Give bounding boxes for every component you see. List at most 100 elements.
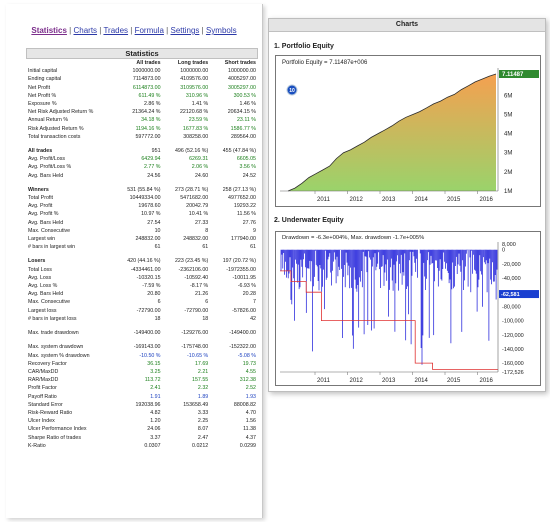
stat-row: Risk Adjusted Return % 1194.16 % 1677.83 %… <box>26 125 258 133</box>
stat-short-value: 4005297.00 <box>228 76 256 83</box>
stat-all-value: 61 <box>154 244 161 251</box>
stat-row: RAR/MaxDD 113.72 157.55 312.38 <box>26 376 258 384</box>
stat-long-value: -72790.00 <box>184 307 209 314</box>
stat-label: Total Loss <box>28 266 52 273</box>
underwater-x-tick-label: 2015 <box>447 378 461 384</box>
stat-long-value: 3109576.00 <box>180 84 209 91</box>
stat-row: Avg. Profit/Loss % 2.77 % 2.06 % 3.56 % <box>26 163 258 171</box>
stat-row: Max. Consecutive 10 8 9 <box>26 227 258 235</box>
stat-long-value: 24.60 <box>194 172 209 179</box>
equity-last-value-label: 7.11487 <box>502 72 524 78</box>
stat-label: Net Profit % <box>28 92 57 99</box>
stat-row: Standard Error 192038.96 153658.49 88008.82 <box>26 401 258 409</box>
stat-short-value: 88008.82 <box>233 401 256 408</box>
stat-label: Risk-Reward Ratio <box>28 409 73 416</box>
stat-all-value: 19678.60 <box>138 203 161 210</box>
stat-short-value: 19293.22 <box>233 203 256 210</box>
stat-label: Payoff Ratio <box>28 393 57 400</box>
stat-long-value: 17.69 <box>194 360 209 367</box>
nav-symbols[interactable]: Symbols <box>206 26 237 35</box>
nav-formula[interactable]: Formula <box>135 26 164 35</box>
stat-short-value: 0.0299 <box>239 442 256 449</box>
column-header-short: Short trades <box>224 60 256 66</box>
stat-row: Winners 531 (55.84 %) 273 (28.71 %) 258 (27… <box>26 186 258 194</box>
stat-short-value: 4.55 <box>245 368 256 375</box>
stat-short-value: 24.52 <box>242 172 256 179</box>
stat-row: Net Risk Adjusted Return % 21364.24 % 2212… <box>26 108 258 116</box>
stat-long-value: 310.96 % <box>185 92 209 99</box>
stat-all-value: 20.80 <box>147 291 161 298</box>
stat-all-value: 6 <box>157 299 161 306</box>
stat-short-value: 197 (20.72 %) <box>222 258 256 265</box>
nav-charts[interactable]: Charts <box>73 26 97 35</box>
stat-short-value: 19.73 <box>242 360 256 367</box>
stat-all-value: 192038.96 <box>135 401 161 408</box>
stat-all-value: 3.37 <box>150 434 161 441</box>
stat-row: Ending capital 7114873.00 4109576.00 400529… <box>26 75 258 83</box>
stat-row: Avg. Loss % -7.59 % -8.17 % -6.93 % <box>26 282 258 290</box>
underwater-x-tick-label: 2011 <box>317 378 331 384</box>
stat-short-value: 4.70 <box>245 409 256 416</box>
stat-label: Avg. Bars Held <box>28 172 64 179</box>
equity-y-tick-label: 3M <box>504 151 512 157</box>
stat-long-value: 153658.49 <box>183 401 209 408</box>
stat-all-value: 0.0307 <box>144 442 161 449</box>
stat-short-value: 289564.00 <box>230 133 256 140</box>
stat-label: Net Profit <box>28 84 51 91</box>
equity-chart: 7M6M5M4M3M2M1M201120122013201420152016Po… <box>275 55 541 207</box>
stat-label: Total Profit <box>28 195 54 202</box>
stat-long-value: 10.41 % <box>188 211 209 218</box>
stat-long-value: 1.89 <box>197 393 209 400</box>
stat-long-value: 3.33 <box>197 409 209 416</box>
stat-label: Profit Factor <box>28 385 57 392</box>
stat-label: Ulcer Index <box>28 418 55 425</box>
stat-label: Annual Return % <box>28 117 69 124</box>
nav-trades[interactable]: Trades <box>103 26 128 35</box>
stat-long-value: -129276.00 <box>181 330 209 337</box>
column-header-all: All trades <box>136 60 161 66</box>
underwater-x-tick-label: 2013 <box>382 378 396 384</box>
stat-short-value: 1.56 <box>245 418 256 425</box>
stat-long-value: 2.21 <box>197 368 209 375</box>
stat-short-value: 300.53 % <box>233 92 256 99</box>
stat-row: Largest loss -72790.00 -72790.00 -57826.00 <box>26 307 258 315</box>
stat-label: Avg. Loss <box>28 274 52 281</box>
stat-short-value: 4.37 <box>245 434 256 441</box>
underwater-y-tick-label: -172,526 <box>502 370 524 376</box>
stat-row: Risk-Reward Ratio 4.82 3.33 4.70 <box>26 409 258 417</box>
stat-long-value: 6269.31 <box>189 156 209 163</box>
stat-short-value: 61 <box>250 244 256 251</box>
equity-badge-label: 10 <box>289 88 295 94</box>
stat-row: Recovery Factor 36.15 17.69 19.73 <box>26 360 258 368</box>
stat-row: Net Profit 6114873.00 3109576.00 3005297.00 <box>26 84 258 92</box>
stat-row: Avg. Profit/Loss 6429.94 6269.31 6605.05 <box>26 155 258 163</box>
equity-x-tick-label: 2014 <box>415 197 429 203</box>
stat-row: Max. system drawdown -169143.00 -175748.00… <box>26 343 258 351</box>
stat-long-value: 157.55 <box>192 377 209 384</box>
stat-short-value: -57826.00 <box>232 307 256 314</box>
stat-long-value: 6 <box>205 299 209 306</box>
stat-long-value: 2.06 % <box>191 164 209 171</box>
stat-short-value: 20.28 <box>242 291 256 298</box>
underwater-chart-title: 2. Underwater Equity <box>274 217 344 224</box>
stat-long-value: 1.41 % <box>191 101 209 108</box>
stat-label: K-Ratio <box>28 442 46 449</box>
equity-x-tick-label: 2016 <box>480 197 494 203</box>
stat-label: Losers <box>28 258 46 265</box>
stat-all-value: 36.15 <box>147 360 161 367</box>
nav-settings[interactable]: Settings <box>170 26 199 35</box>
stat-label: Avg. Profit <box>28 203 53 210</box>
nav-statistics[interactable]: Statistics <box>31 26 67 35</box>
underwater-chart-svg: 8,0000-20,000-40,000-60,000-80,000-100,0… <box>280 235 539 384</box>
statistics-panel: Statistics | Charts | Trades | Formula |… <box>6 4 263 518</box>
stat-label: Avg. Profit % <box>28 211 59 218</box>
stat-label: All trades <box>28 148 53 155</box>
stat-short-value: 27.76 <box>242 219 256 226</box>
stat-row: Avg. Bars Held 20.80 21.26 20.28 <box>26 290 258 298</box>
stat-short-value: 20634.15 % <box>227 109 256 116</box>
stat-label: Max. Consecutive <box>28 227 71 234</box>
stat-row: Avg. Bars Held 27.54 27.33 27.76 <box>26 219 258 227</box>
equity-x-tick-label: 2015 <box>447 197 461 203</box>
stat-long-value: 223 (23.45 %) <box>174 258 209 265</box>
underwater-x-tick-label: 2014 <box>415 378 429 384</box>
